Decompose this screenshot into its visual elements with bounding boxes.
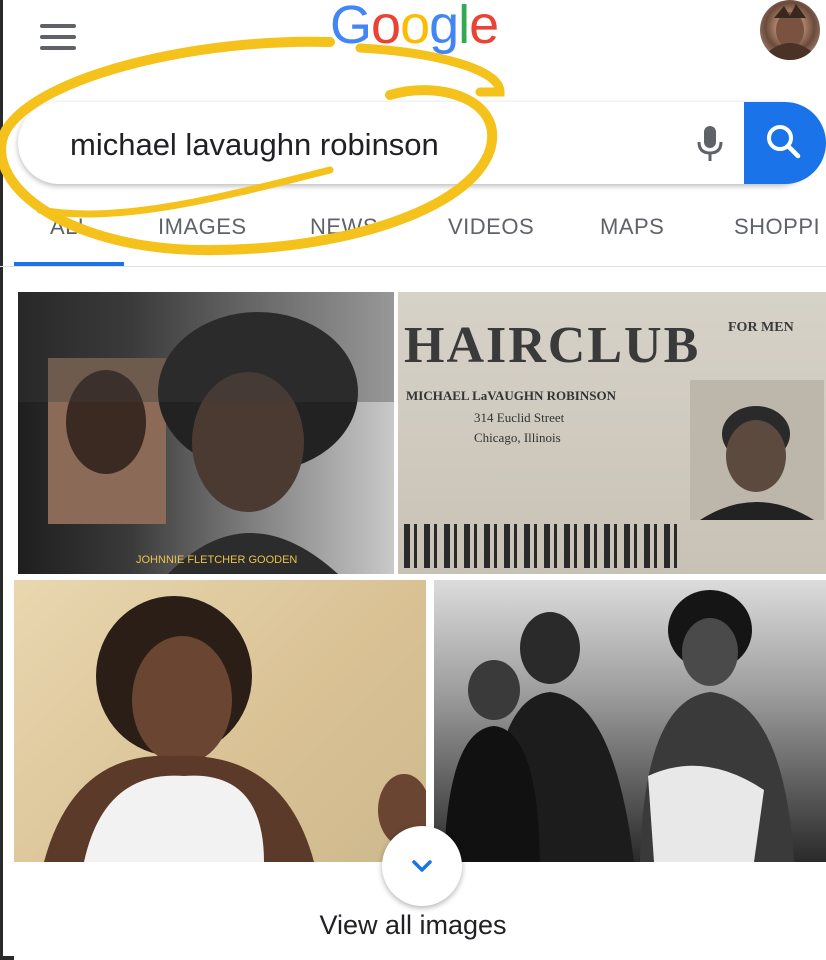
woman-portrait-photo xyxy=(44,596,426,862)
logo-letter-g2: g xyxy=(429,0,459,55)
search-box xyxy=(18,102,818,184)
avatar-photo xyxy=(768,4,812,60)
logo-letter-o1: o xyxy=(371,0,401,55)
microphone-icon[interactable] xyxy=(690,122,730,166)
view-all-images-link[interactable]: View all images xyxy=(0,910,826,941)
id-card-brand: HAIRCLUB xyxy=(404,317,701,374)
collage-caption: JOHNNIE FLETCHER GOODEN xyxy=(136,554,298,566)
chevron-down-icon xyxy=(412,860,432,872)
google-logo[interactable]: Google xyxy=(330,0,499,56)
id-card-tagline: FOR MEN xyxy=(728,320,794,335)
logo-letter-g: G xyxy=(330,0,372,55)
tab-images[interactable]: IMAGES xyxy=(158,214,247,240)
tab-shopping[interactable]: SHOPPI xyxy=(734,214,820,240)
magnifier-icon xyxy=(767,125,801,159)
image-result-collage[interactable]: JOHNNIE FLETCHER GOODEN xyxy=(18,292,394,574)
profile-avatar[interactable] xyxy=(760,0,820,60)
image-result-id-card[interactable]: HAIRCLUB FOR MEN MICHAEL LaVAUGHN ROBINS… xyxy=(398,292,826,574)
image-result-woman-portrait[interactable] xyxy=(14,580,426,862)
id-card-street: 314 Euclid Street xyxy=(474,410,565,425)
collage-photo xyxy=(18,292,394,574)
search-input[interactable] xyxy=(68,122,672,168)
logo-letter-l: l xyxy=(458,0,470,55)
tabs-divider xyxy=(0,266,826,267)
id-card-name: MICHAEL LaVAUGHN ROBINSON xyxy=(406,388,616,403)
logo-letter-o2: o xyxy=(400,0,430,55)
id-card-city: Chicago, Illinois xyxy=(474,430,561,445)
hamburger-menu-icon[interactable] xyxy=(38,22,78,52)
tab-news[interactable]: NEWS xyxy=(310,214,378,240)
logo-letter-e: e xyxy=(469,0,499,55)
search-button[interactable] xyxy=(744,102,826,184)
image-result-family-photo[interactable] xyxy=(434,580,826,862)
tab-maps[interactable]: MAPS xyxy=(600,214,664,240)
id-card-photo xyxy=(690,380,824,520)
tab-all[interactable]: ALL xyxy=(50,214,91,240)
family-photo xyxy=(444,590,794,862)
expand-images-button[interactable] xyxy=(382,826,462,906)
tab-videos[interactable]: VIDEOS xyxy=(448,214,534,240)
id-card-barcode xyxy=(404,524,684,568)
search-tabs: ALL IMAGES NEWS VIDEOS MAPS SHOPPI xyxy=(0,196,826,266)
